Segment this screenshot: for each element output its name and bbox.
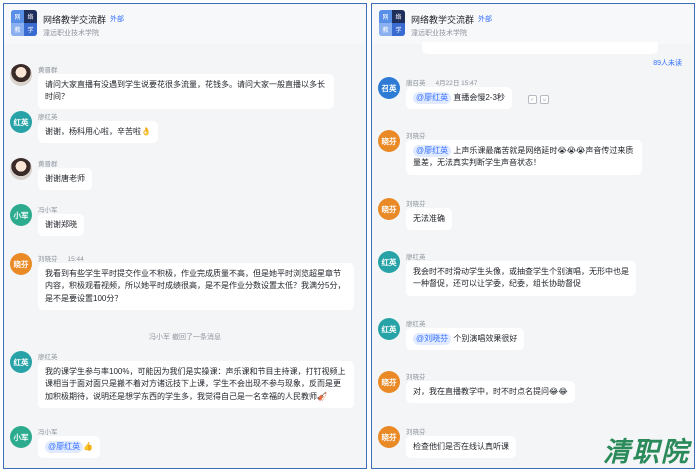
avatar[interactable] [10, 64, 32, 86]
avatar[interactable]: 晓芬 [378, 198, 400, 220]
group-avatar-glyph: 学 [392, 23, 405, 36]
avatar[interactable]: 小军 [10, 426, 32, 448]
sender-name[interactable]: 唐召英 4月22日 15:47 [406, 77, 477, 87]
avatar[interactable]: 晓芬 [10, 253, 32, 275]
group-avatar-glyph: 络 [392, 10, 405, 23]
system-notice: 冯小军 撤回了一条消息 [149, 334, 221, 341]
avatar[interactable]: 晓芬 [378, 130, 400, 152]
left-chat-panel: 网 络 教 学 网络教学交流群 外部 潼远职业技术学院 黄晋群 请问大家直播有没… [3, 3, 367, 469]
sender-name[interactable]: 冯小军 [38, 204, 58, 214]
mention-tag[interactable]: @刘晓芬 [413, 333, 452, 346]
read-status-icon[interactable]: ✓ [528, 95, 537, 104]
message-bubble[interactable]: 对，我在直播教学中，时不时点名提问😂😂 [406, 381, 575, 404]
avatar[interactable]: 红英 [378, 251, 400, 273]
sender-name[interactable]: 廖红英 [38, 111, 58, 121]
mention-tag[interactable]: @廖红英 [413, 145, 452, 158]
sender-name[interactable]: 廖红英 [406, 251, 426, 261]
sender-name[interactable]: 刘晓芬 [406, 426, 426, 436]
avatar[interactable] [10, 158, 32, 180]
message-text: 谢谢，杨科用心啦，辛苦啦 [45, 127, 141, 136]
previous-message-bubble [422, 42, 658, 54]
sender-name[interactable]: 廖红英 [38, 351, 58, 361]
message-bubble[interactable]: 我看到有些学生平时提交作业不积极，作业完成质量不高，但是她平时浏览超星章节内容，… [38, 263, 354, 311]
message-text: 谢谢唐老师 [45, 174, 85, 183]
message-bubble[interactable]: 我的课学生参与率100%，可能因为我们是实操课：声乐课和节目主持课，打钉视频上课… [38, 361, 354, 409]
message-text: 直播会慢2-3秒 [453, 93, 505, 102]
avatar[interactable]: 晓芬 [378, 426, 400, 448]
message-text: 上声乐课最痛苦就是网络延时 [453, 146, 558, 155]
message-text: 请问大家直播有没遇到学生说要花很多流量，花钱多。请问大家一般直播以多长时间？ [45, 80, 325, 102]
message-text: 对，我在直播教学中，时不时点名提问 [413, 387, 549, 396]
avatar[interactable]: 红英 [378, 318, 400, 340]
violin-emoji: 🎻 [317, 391, 327, 401]
avatar[interactable]: 红英 [10, 351, 32, 373]
group-avatar-glyph: 络 [24, 10, 37, 23]
external-tag: 外部 [110, 16, 124, 23]
message-text: 我看到有些学生平时提交作业不积极，作业完成质量不高，但是她平时浏览超星章节内容，… [45, 269, 346, 303]
sender-name[interactable]: 黄晋群 [38, 64, 58, 74]
message-text: 检查他们是否在线认真听课 [413, 442, 509, 451]
group-organization: 潼远职业技术学院 [411, 30, 467, 37]
message-text: 我会时不时滑动学生头像，或抽查学生个别演唱，无形中也是一种督促，还可以让学委，纪… [413, 267, 629, 289]
sender-name[interactable]: 冯小军 [38, 426, 58, 436]
sender-name[interactable]: 刘晓芬 [406, 130, 426, 140]
message-text: 无法准确 [413, 214, 445, 223]
avatar[interactable]: 晓芬 [378, 371, 400, 393]
unread-count[interactable]: 89人未读 [653, 58, 682, 68]
message-bubble[interactable]: @刘晓芬 个别演唱效果很好 [406, 328, 525, 351]
group-avatar[interactable]: 网 络 教 学 [379, 10, 405, 36]
avatar[interactable]: 召英 [378, 77, 400, 99]
message-bubble[interactable]: 检查他们是否在线认真听课 [406, 436, 516, 459]
sender-name[interactable]: 廖红英 [406, 318, 426, 328]
group-title[interactable]: 网络教学交流群 [411, 13, 474, 26]
message-bubble[interactable]: 请问大家直播有没遇到学生说要花很多流量，花钱多。请问大家一般直播以多长时间？ [38, 74, 334, 109]
message-text: 我的课学生参与率100%，可能因为我们是实操课：声乐课和节目主持课，打钉视频上课… [45, 367, 346, 401]
avatar[interactable]: 小军 [10, 204, 32, 226]
message-bubble[interactable]: @廖红英 直播会慢2-3秒 [406, 87, 512, 110]
calligraphy-watermark: 清职院 [603, 437, 690, 468]
group-organization: 潼远职业技术学院 [43, 30, 99, 37]
group-avatar-glyph: 网 [379, 10, 392, 23]
message-text: 谢谢郑晓 [45, 220, 77, 229]
group-title[interactable]: 网络教学交流群 [43, 13, 106, 26]
message-bubble[interactable]: 谢谢郑晓 [38, 214, 84, 237]
thumbs-up-emoji: 👍 [83, 442, 94, 451]
message-time: 4月22日 15:47 [435, 80, 478, 87]
external-tag: 外部 [478, 16, 492, 23]
message-actions: ✓ ☺ [528, 95, 549, 104]
message-bubble[interactable]: @廖红英 👍 [38, 436, 101, 459]
right-chat-panel: 网 络 教 学 网络教学交流群 外部 潼远职业技术学院 89人未读 召英 唐召英… [371, 3, 695, 469]
message-bubble[interactable]: 谢谢，杨科用心啦，辛苦啦👌 [38, 121, 158, 144]
group-avatar-glyph: 教 [11, 23, 24, 36]
sender-name-text: 唐召英 [406, 80, 426, 87]
ok-hand-emoji: 👌 [141, 127, 151, 136]
message-bubble[interactable]: 无法准确 [406, 208, 452, 231]
message-bubble[interactable]: @廖红英 上声乐课最痛苦就是网络延时😭😭😭声音传过来质量差，无法真实判断学生声音… [406, 140, 642, 175]
chat-header: 网 络 教 学 网络教学交流群 外部 潼远职业技术学院 [4, 4, 366, 44]
message-time: 15:44 [67, 256, 84, 263]
group-avatar-glyph: 教 [379, 23, 392, 36]
mention-tag[interactable]: @廖红英 [45, 441, 84, 454]
group-avatar[interactable]: 网 络 教 学 [11, 10, 37, 36]
mention-tag[interactable]: @廖红英 [413, 92, 452, 105]
chat-header: 网 络 教 学 网络教学交流群 外部 潼远职业技术学院 [372, 4, 694, 44]
message-bubble[interactable]: 我会时不时滑动学生头像，或抽查学生个别演唱，无形中也是一种督促，还可以让学委，纪… [406, 261, 636, 296]
crying-emoji: 😭😭😭 [557, 146, 586, 155]
emoji-reaction-icon[interactable]: ☺ [540, 95, 549, 104]
sender-name[interactable]: 刘晓芬 [406, 198, 426, 208]
message-bubble[interactable]: 谢谢唐老师 [38, 168, 92, 191]
laughing-emoji: 😂😂 [549, 387, 568, 396]
group-avatar-glyph: 学 [24, 23, 37, 36]
sender-name[interactable]: 黄晋群 [38, 158, 58, 168]
group-avatar-glyph: 网 [11, 10, 24, 23]
message-text: 个别演唱效果很好 [453, 334, 518, 343]
avatar[interactable]: 红英 [10, 111, 32, 133]
sender-name-text: 刘晓芬 [38, 256, 58, 263]
sender-name[interactable]: 刘晓芬 [406, 371, 426, 381]
sender-name[interactable]: 刘晓芬 15:44 [38, 253, 84, 263]
